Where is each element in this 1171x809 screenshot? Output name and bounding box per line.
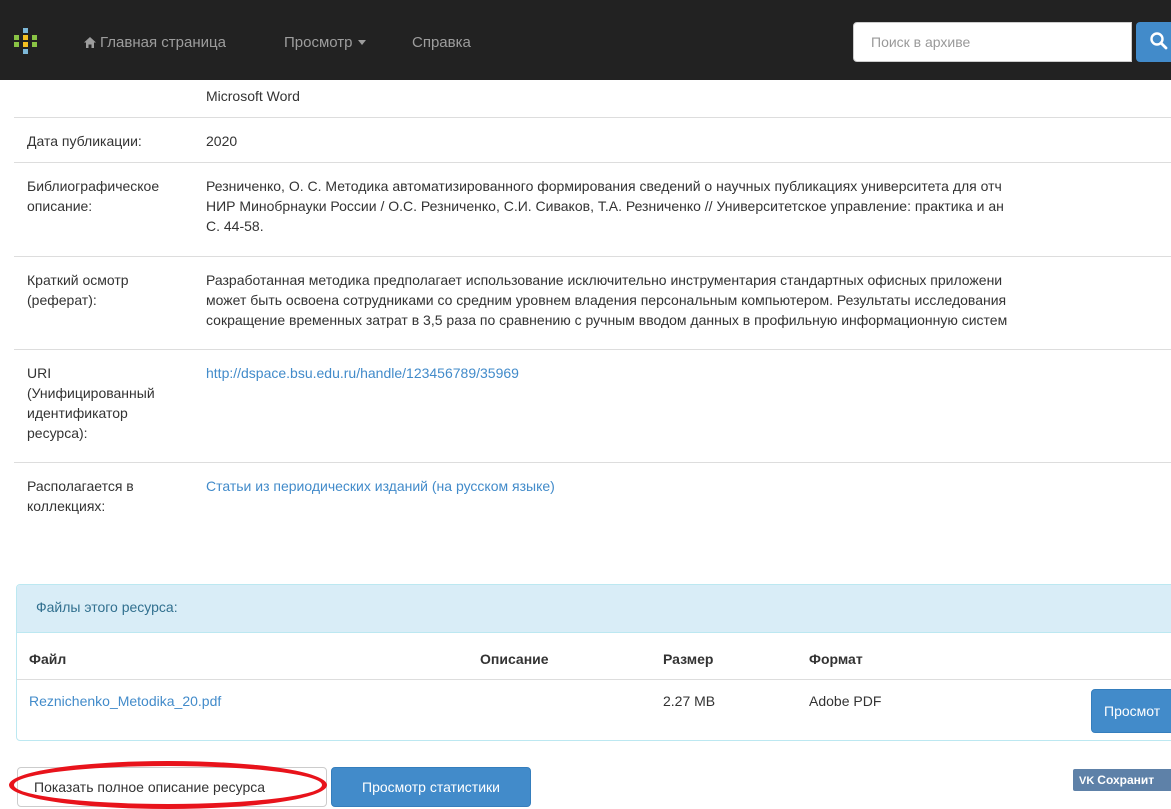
uri-label-line: URI xyxy=(27,365,52,381)
citation-value: Резниченко, О. С. Методика автоматизиров… xyxy=(206,176,1171,236)
search-input[interactable] xyxy=(853,22,1132,62)
file-format: Adobe PDF xyxy=(809,693,882,709)
uri-label-line: (Унифицированный xyxy=(27,385,155,401)
uri-label-line: идентификатор xyxy=(27,405,128,421)
date-value: 2020 xyxy=(206,133,238,149)
file-size: 2.27 MB xyxy=(663,693,716,709)
collection-label-line: коллекциях: xyxy=(27,498,106,514)
nav-browse-label: Просмотр xyxy=(284,34,353,51)
abstract-value: Разработанная методика предполагает испо… xyxy=(206,270,1171,330)
logo-icon[interactable] xyxy=(14,28,38,54)
column-header-file: Файл xyxy=(29,651,67,667)
citation-label-line: Библиографическое xyxy=(27,178,160,194)
nav-help-link[interactable]: Справка xyxy=(412,33,471,53)
vk-share-label: Сохранит xyxy=(1097,773,1155,787)
metadata-row-date: Дата публикации: 2020 xyxy=(14,117,1171,162)
nav-home-label: Главная страница xyxy=(100,34,226,51)
file-link[interactable]: Reznichenko_Metodika_20.pdf xyxy=(29,693,221,709)
abstract-label-line: Краткий осмотр xyxy=(27,272,129,288)
home-icon xyxy=(84,37,96,48)
item-metadata-table: Microsoft Word Дата публикации: 2020 Биб… xyxy=(14,80,1171,542)
citation-label: Библиографическое описание: xyxy=(27,176,187,216)
metadata-row-uri: URI (Унифицированный идентификатор ресур… xyxy=(14,349,1171,462)
files-panel: Файлы этого ресурса: Файл Описание Разме… xyxy=(16,584,1171,741)
show-full-description-button[interactable]: Показать полное описание ресурса xyxy=(17,767,327,807)
file-view-button[interactable]: Просмот xyxy=(1091,689,1171,733)
top-navbar: Главная страница Просмотр Справка xyxy=(0,0,1171,80)
search-icon xyxy=(1150,32,1168,50)
collection-link[interactable]: Статьи из периодических изданий (на русс… xyxy=(206,478,555,494)
vk-share-button[interactable]: VK Сохранит xyxy=(1073,769,1171,791)
vk-icon: VK xyxy=(1079,775,1095,787)
format-value: Microsoft Word xyxy=(206,88,300,104)
nav-home-link[interactable]: Главная страница xyxy=(84,33,226,53)
abstract-line: сокращение временных затрат в 3,5 раза п… xyxy=(206,312,1008,328)
collection-label: Располагается в коллекциях: xyxy=(27,476,187,516)
metadata-row-format: Microsoft Word xyxy=(14,80,1171,117)
caret-down-icon xyxy=(357,40,366,45)
files-panel-title: Файлы этого ресурса: xyxy=(17,585,1171,633)
citation-label-line: описание: xyxy=(27,198,93,214)
view-statistics-button[interactable]: Просмотр статистики xyxy=(331,767,531,807)
nav-help-label: Справка xyxy=(412,34,471,51)
abstract-label: Краткий осмотр (реферат): xyxy=(27,270,187,310)
abstract-line: Разработанная методика предполагает испо… xyxy=(206,272,1003,288)
date-label: Дата публикации: xyxy=(27,133,142,149)
abstract-line: может быть освоена сотрудниками со средн… xyxy=(206,292,1007,308)
column-header-format: Формат xyxy=(809,651,863,667)
search-button[interactable] xyxy=(1136,22,1171,62)
nav-browse-dropdown[interactable]: Просмотр xyxy=(284,33,366,53)
table-divider xyxy=(17,679,1171,680)
metadata-row-abstract: Краткий осмотр (реферат): Разработанная … xyxy=(14,256,1171,349)
citation-line: Резниченко, О. С. Методика автоматизиров… xyxy=(206,178,1002,194)
metadata-row-collection: Располагается в коллекциях: Статьи из пе… xyxy=(14,462,1171,542)
uri-label-line: ресурса): xyxy=(27,425,88,441)
uri-link[interactable]: http://dspace.bsu.edu.ru/handle/12345678… xyxy=(206,365,519,381)
metadata-row-citation: Библиографическое описание: Резниченко, … xyxy=(14,162,1171,256)
column-header-size: Размер xyxy=(663,651,714,667)
citation-line: С. 44-58. xyxy=(206,218,264,234)
uri-label: URI (Унифицированный идентификатор ресур… xyxy=(27,363,187,443)
collection-label-line: Располагается в xyxy=(27,478,134,494)
abstract-label-line: (реферат): xyxy=(27,292,97,308)
citation-line: НИР Минобрнауки России / О.С. Резниченко… xyxy=(206,198,1004,214)
column-header-description: Описание xyxy=(480,651,549,667)
